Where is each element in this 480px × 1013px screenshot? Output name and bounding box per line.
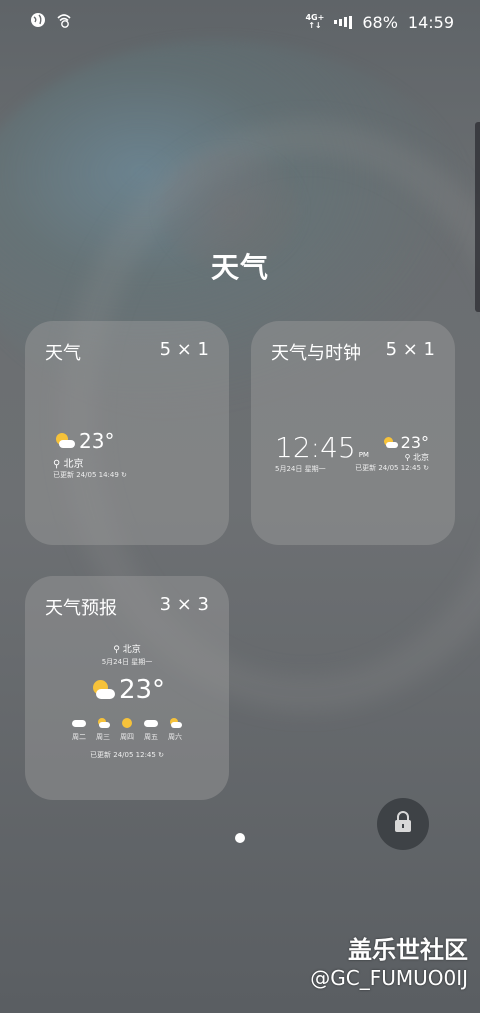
- watermark-brand: 盖乐世社区: [348, 936, 468, 964]
- weather-preview: 23° ⚲ 北京 已更新 24/05 14:49 ↻: [53, 429, 127, 479]
- updated-time: 已更新 24/05 12:45 ↻: [355, 464, 429, 472]
- partly-sunny-icon: [96, 718, 110, 728]
- partly-sunny-icon: [168, 718, 182, 728]
- network-type-indicator: 4G+ ↑↓: [305, 13, 325, 30]
- updated-time: 已更新 24/05 14:49 ↻: [53, 471, 127, 479]
- widget-size: 5 × 1: [159, 339, 209, 360]
- city: 北京: [122, 645, 141, 655]
- widget-name: 天气: [45, 343, 81, 364]
- cloudy-icon: [144, 718, 158, 728]
- globe-icon: [30, 12, 46, 32]
- lock-icon: [394, 811, 412, 837]
- partly-sunny-icon: [382, 436, 398, 449]
- status-bar: 4G+ ↑↓ 68% 14:59: [0, 0, 480, 44]
- temperature: 23°: [79, 429, 115, 453]
- widget-size: 3 × 3: [159, 594, 209, 615]
- wifi-calling-icon: [56, 12, 72, 32]
- battery-percent: 68%: [362, 12, 398, 32]
- temperature: 23°: [400, 433, 429, 452]
- clock-time: 14:59: [407, 12, 454, 32]
- watermark-user: @GC_FUMUO0IJ: [310, 966, 468, 990]
- forecast-day: 周二: [72, 713, 86, 742]
- page-title: 天气: [210, 251, 269, 284]
- forecast-day: 周五: [144, 713, 158, 742]
- forecast-day: 周四: [120, 713, 134, 742]
- widget-name: 天气与时钟: [271, 343, 361, 364]
- weather-preview: 23° ⚲ 北京 已更新 24/05 12:45 ↻: [355, 433, 429, 472]
- updated-time: 已更新 24/05 12:45 ↻: [90, 751, 164, 759]
- page-indicator-dot[interactable]: [235, 833, 245, 843]
- sunny-icon: [120, 718, 134, 728]
- city: 北京: [63, 459, 84, 470]
- forecast-row: 周二 周三 周四 周五 周六: [25, 713, 229, 742]
- widget-weather-forecast-3x3[interactable]: 天气预报 3 × 3 ⚲ 北京 5月24日 星期一 23° 周二 周三 周四 周…: [25, 576, 229, 800]
- temperature: 23°: [118, 675, 166, 705]
- widget-weather-5x1[interactable]: 天气 5 × 1 23° ⚲ 北京 已更新 24/05 14:49 ↻: [25, 321, 229, 545]
- forecast-day: 周三: [96, 713, 110, 742]
- clock-display: 12:45: [275, 431, 356, 464]
- city: 北京: [413, 453, 429, 462]
- forecast-date: 5月24日 星期一: [101, 658, 153, 666]
- forecast-day: 周六: [168, 713, 182, 742]
- partly-sunny-icon: [89, 680, 115, 700]
- widget-name: 天气预报: [45, 598, 117, 619]
- lock-button[interactable]: [377, 798, 429, 850]
- widget-weather-clock-5x1[interactable]: 天气与时钟 5 × 1 12:45 PM 5月24日 星期一 23° ⚲ 北京 …: [251, 321, 455, 545]
- widget-size: 5 × 1: [385, 339, 435, 360]
- cloudy-icon: [72, 718, 86, 728]
- signal-strength-icon: [334, 15, 353, 29]
- forecast-preview: ⚲ 北京 5月24日 星期一 23° 周二 周三 周四 周五 周六 已更新 24…: [25, 642, 229, 760]
- partly-sunny-icon: [53, 433, 75, 449]
